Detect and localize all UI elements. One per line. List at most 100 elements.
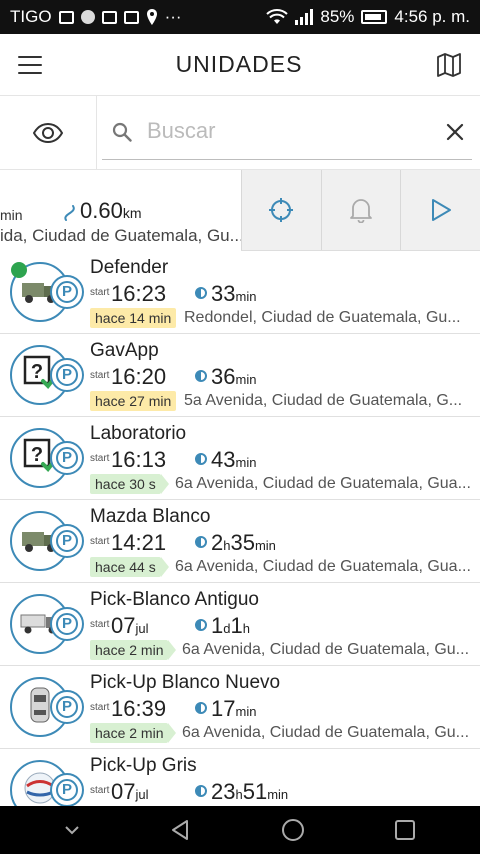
unit-start-time: 14:21 xyxy=(111,530,167,555)
unit-start-time: 16:39 xyxy=(111,696,167,721)
unit-start-time: 16:20 xyxy=(111,364,167,389)
start-label: start xyxy=(90,287,110,298)
start-label: start xyxy=(90,370,110,381)
alerts-button[interactable] xyxy=(320,170,401,250)
map-icon[interactable] xyxy=(436,52,462,77)
play-button[interactable] xyxy=(400,170,480,250)
start-label: start xyxy=(90,785,110,796)
briefcase-icon xyxy=(101,10,117,24)
unit-duration: 36min xyxy=(211,364,257,389)
unit-row[interactable]: P Pick-Up Blanco Nuevo start 16:39 17min hace… xyxy=(0,666,480,749)
duration-icon xyxy=(195,536,207,548)
unit-name: Defender xyxy=(90,257,169,278)
gallery-icon xyxy=(58,10,74,24)
car-top-icon xyxy=(28,686,52,729)
parking-icon: P xyxy=(56,281,78,303)
start-label: start xyxy=(90,453,110,464)
last-update-badge: hace 2 min xyxy=(90,723,178,743)
unit-name: Pick-Up Gris xyxy=(90,755,197,776)
parking-icon: P xyxy=(56,696,78,718)
unit-address: 6a Avenida, Ciudad de Guatemala, Gu... xyxy=(182,724,470,741)
unit-duration: 17min xyxy=(211,696,257,721)
location-icon xyxy=(146,9,157,25)
search-underline xyxy=(102,159,472,160)
parking-icon: P xyxy=(56,613,78,635)
unit-duration: 2h35min xyxy=(211,530,276,555)
unit-row[interactable]: P Pick-Up Gris start 07jul 23h51min xyxy=(0,749,480,806)
parked-badge: P xyxy=(50,773,84,806)
unit-list: P Defender start 16:23 33min hace 14 min Redon… xyxy=(0,251,480,806)
unit-name: Pick-Up Blanco Nuevo xyxy=(90,672,281,693)
last-update-badge: hace 30 s xyxy=(90,474,169,494)
summary-address: ida, Ciudad de Guatemala, Gu... xyxy=(0,226,241,245)
home-icon[interactable] xyxy=(280,817,306,843)
summary-actions xyxy=(241,170,480,250)
clock-time: 4:56 p. m. xyxy=(394,7,470,26)
eye-icon xyxy=(33,123,63,143)
parking-icon: P xyxy=(56,447,78,469)
summary-distance: 0.60km xyxy=(80,198,142,223)
svg-text:?: ? xyxy=(31,361,43,383)
close-icon[interactable] xyxy=(446,123,464,141)
unit-name: Pick-Blanco Antiguo xyxy=(90,589,259,610)
unit-start-time: 16:23 xyxy=(111,281,167,306)
carrier-label: TIGO xyxy=(10,7,52,26)
unit-name: Laboratorio xyxy=(90,423,187,444)
unit-row[interactable]: P Mazda Blanco start 14:21 2h35min hace 44 s 6… xyxy=(0,500,480,583)
back-icon[interactable] xyxy=(168,818,192,842)
duration-icon xyxy=(195,785,207,797)
unit-row[interactable]: P Defender start 16:23 33min hace 14 min Redon… xyxy=(0,251,480,334)
unit-address: 6a Avenida, Ciudad de Guatemala, Gua... xyxy=(175,558,471,575)
parked-badge: P xyxy=(50,275,84,309)
navigation-bar xyxy=(0,806,480,854)
search-input[interactable] xyxy=(147,118,427,144)
gps-search-icon xyxy=(11,262,27,278)
search-field xyxy=(97,96,480,169)
distance-icon xyxy=(64,205,75,221)
parked-badge: P xyxy=(50,524,84,558)
unit-address: 6a Avenida, Ciudad de Guatemala, Gua... xyxy=(175,475,471,492)
hamburger-icon[interactable] xyxy=(18,55,42,74)
more-notifications-icon: ··· xyxy=(164,7,182,26)
parking-icon: P xyxy=(56,530,78,552)
unit-duration: 43min xyxy=(211,447,257,472)
last-update-badge: hace 27 min xyxy=(90,391,177,411)
duration-icon xyxy=(195,453,207,465)
search-icon xyxy=(112,122,132,142)
duration-icon xyxy=(195,619,207,631)
locate-button[interactable] xyxy=(241,170,321,250)
last-update-badge: hace 14 min xyxy=(90,308,177,328)
summary-info[interactable]: min 0.60km ida, Ciudad de Guatemala, Gu.… xyxy=(0,170,241,251)
unit-row[interactable]: ? P GavApp start 16:20 36min hace 27 min 5a Ave… xyxy=(0,334,480,417)
start-label: start xyxy=(90,536,110,547)
unit-duration: 23h51min xyxy=(211,779,289,804)
visibility-toggle[interactable] xyxy=(0,96,97,170)
parked-badge: P xyxy=(50,358,84,392)
status-right: 85% 4:56 p. m. xyxy=(266,7,470,27)
battery-icon xyxy=(361,10,388,24)
parked-badge: P xyxy=(50,441,84,475)
unit-start-time: 07jul xyxy=(111,613,149,638)
unit-row[interactable]: P Pick-Blanco Antiguo start 07jul 1d1h hace 2… xyxy=(0,583,480,666)
unit-name: GavApp xyxy=(90,340,159,361)
summary-row: min 0.60km ida, Ciudad de Guatemala, Gu.… xyxy=(0,170,480,251)
duration-icon xyxy=(195,370,207,382)
unit-row[interactable]: ? P Laboratorio start 16:13 43min hace 30 s 6a … xyxy=(0,417,480,500)
recents-icon[interactable] xyxy=(394,819,416,841)
unit-start-time: 16:13 xyxy=(111,447,167,472)
play-icon xyxy=(431,199,451,221)
chevron-down-icon[interactable] xyxy=(64,825,80,835)
camera-icon xyxy=(123,10,139,24)
page-title: UNIDADES xyxy=(175,51,303,77)
battery-percent: 85% xyxy=(320,7,355,26)
parking-icon: P xyxy=(56,779,78,801)
app-bar: UNIDADES xyxy=(0,34,480,96)
duration-icon xyxy=(195,287,207,299)
wifi-icon xyxy=(266,9,289,24)
last-update-badge: hace 44 s xyxy=(90,557,169,577)
unit-duration: 33min xyxy=(211,281,257,306)
unit-address: 6a Avenida, Ciudad de Guatemala, Gu... xyxy=(182,641,470,658)
status-bar: TIGO ··· 85% 4:56 p. m. xyxy=(0,0,480,34)
unit-duration: 1d1h xyxy=(211,613,250,638)
bell-icon xyxy=(350,199,372,223)
